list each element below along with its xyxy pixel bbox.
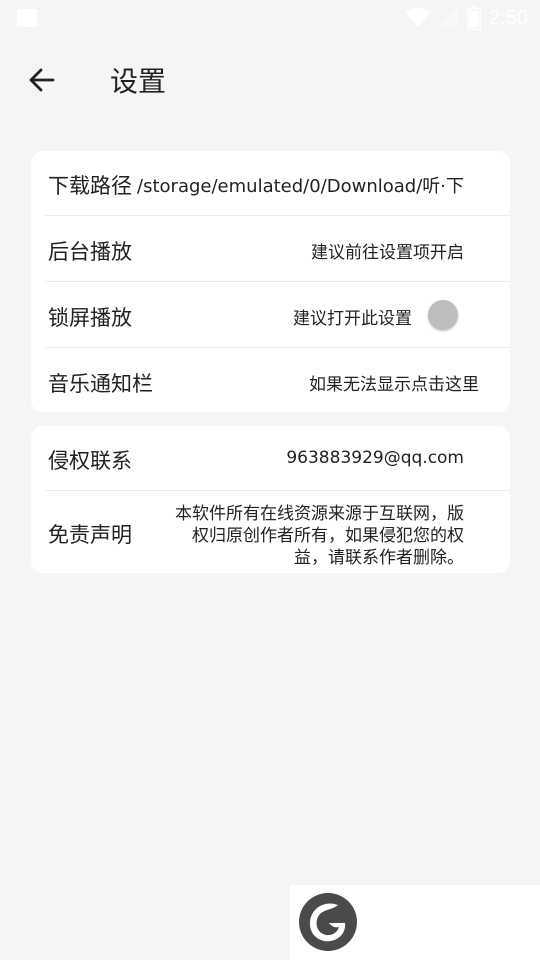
settings-card: 下载路径 /storage/emulated/0/Download/听·下 后台… bbox=[31, 151, 510, 412]
download-path-row[interactable]: 下载路径 /storage/emulated/0/Download/听·下 bbox=[31, 151, 510, 216]
disclaimer-line: 本软件所有在线资源来源于互联网，版 bbox=[175, 504, 464, 524]
battery-icon bbox=[467, 6, 482, 30]
contact-row[interactable]: 侵权联系 963883929@qq.com bbox=[31, 426, 510, 491]
lockscreen-play-row: 锁屏播放 建议打开此设置 bbox=[31, 282, 510, 348]
background-play-label: 后台播放 bbox=[48, 240, 132, 264]
disclaimer-line: 益，请联系作者删除。 bbox=[294, 548, 464, 568]
lockscreen-toggle[interactable] bbox=[428, 300, 458, 330]
status-time: 2:50 bbox=[489, 6, 528, 29]
app-header: 设置 bbox=[0, 50, 540, 110]
lockscreen-play-hint: 建议打开此设置 bbox=[293, 309, 412, 329]
signal-icon bbox=[440, 9, 459, 27]
music-notification-row[interactable]: 音乐通知栏 如果无法显示点击这里 bbox=[31, 348, 510, 412]
status-icons: 2:50 bbox=[405, 4, 528, 32]
disclaimer-line: 权归原创作者所有，如果侵犯您的权 bbox=[192, 526, 464, 546]
disclaimer-text: 本软件所有在线资源来源于互联网，版 权归原创作者所有，如果侵犯您的权 益，请联系… bbox=[144, 503, 464, 569]
wifi-icon bbox=[405, 8, 431, 27]
arrow-left-icon bbox=[29, 68, 55, 92]
about-card: 侵权联系 963883929@qq.com 免责声明 本软件所有在线资源来源于互… bbox=[31, 426, 510, 573]
download-path-label: 下载路径 bbox=[48, 174, 132, 198]
disclaimer-label: 免责声明 bbox=[48, 523, 132, 547]
background-play-hint: 建议前往设置项开启 bbox=[311, 243, 464, 263]
download-path-value: /storage/emulated/0/Download/听·下 bbox=[137, 176, 464, 197]
status-bar: 2:50 bbox=[0, 0, 540, 36]
background-play-row[interactable]: 后台播放 建议前往设置项开启 bbox=[31, 216, 510, 282]
music-notification-hint: 如果无法显示点击这里 bbox=[309, 375, 479, 395]
music-notification-label: 音乐通知栏 bbox=[48, 372, 153, 396]
contact-email: 963883929@qq.com bbox=[286, 448, 464, 468]
disclaimer-row: 免责声明 本软件所有在线资源来源于互联网，版 权归原创作者所有，如果侵犯您的权 … bbox=[31, 491, 510, 573]
lockscreen-play-label: 锁屏播放 bbox=[48, 306, 132, 330]
back-button[interactable] bbox=[22, 62, 62, 98]
notification-icon bbox=[17, 9, 37, 27]
contact-label: 侵权联系 bbox=[48, 449, 132, 473]
app-logo-icon[interactable] bbox=[298, 892, 358, 952]
page-title: 设置 bbox=[110, 65, 167, 98]
bottom-panel bbox=[290, 885, 540, 960]
